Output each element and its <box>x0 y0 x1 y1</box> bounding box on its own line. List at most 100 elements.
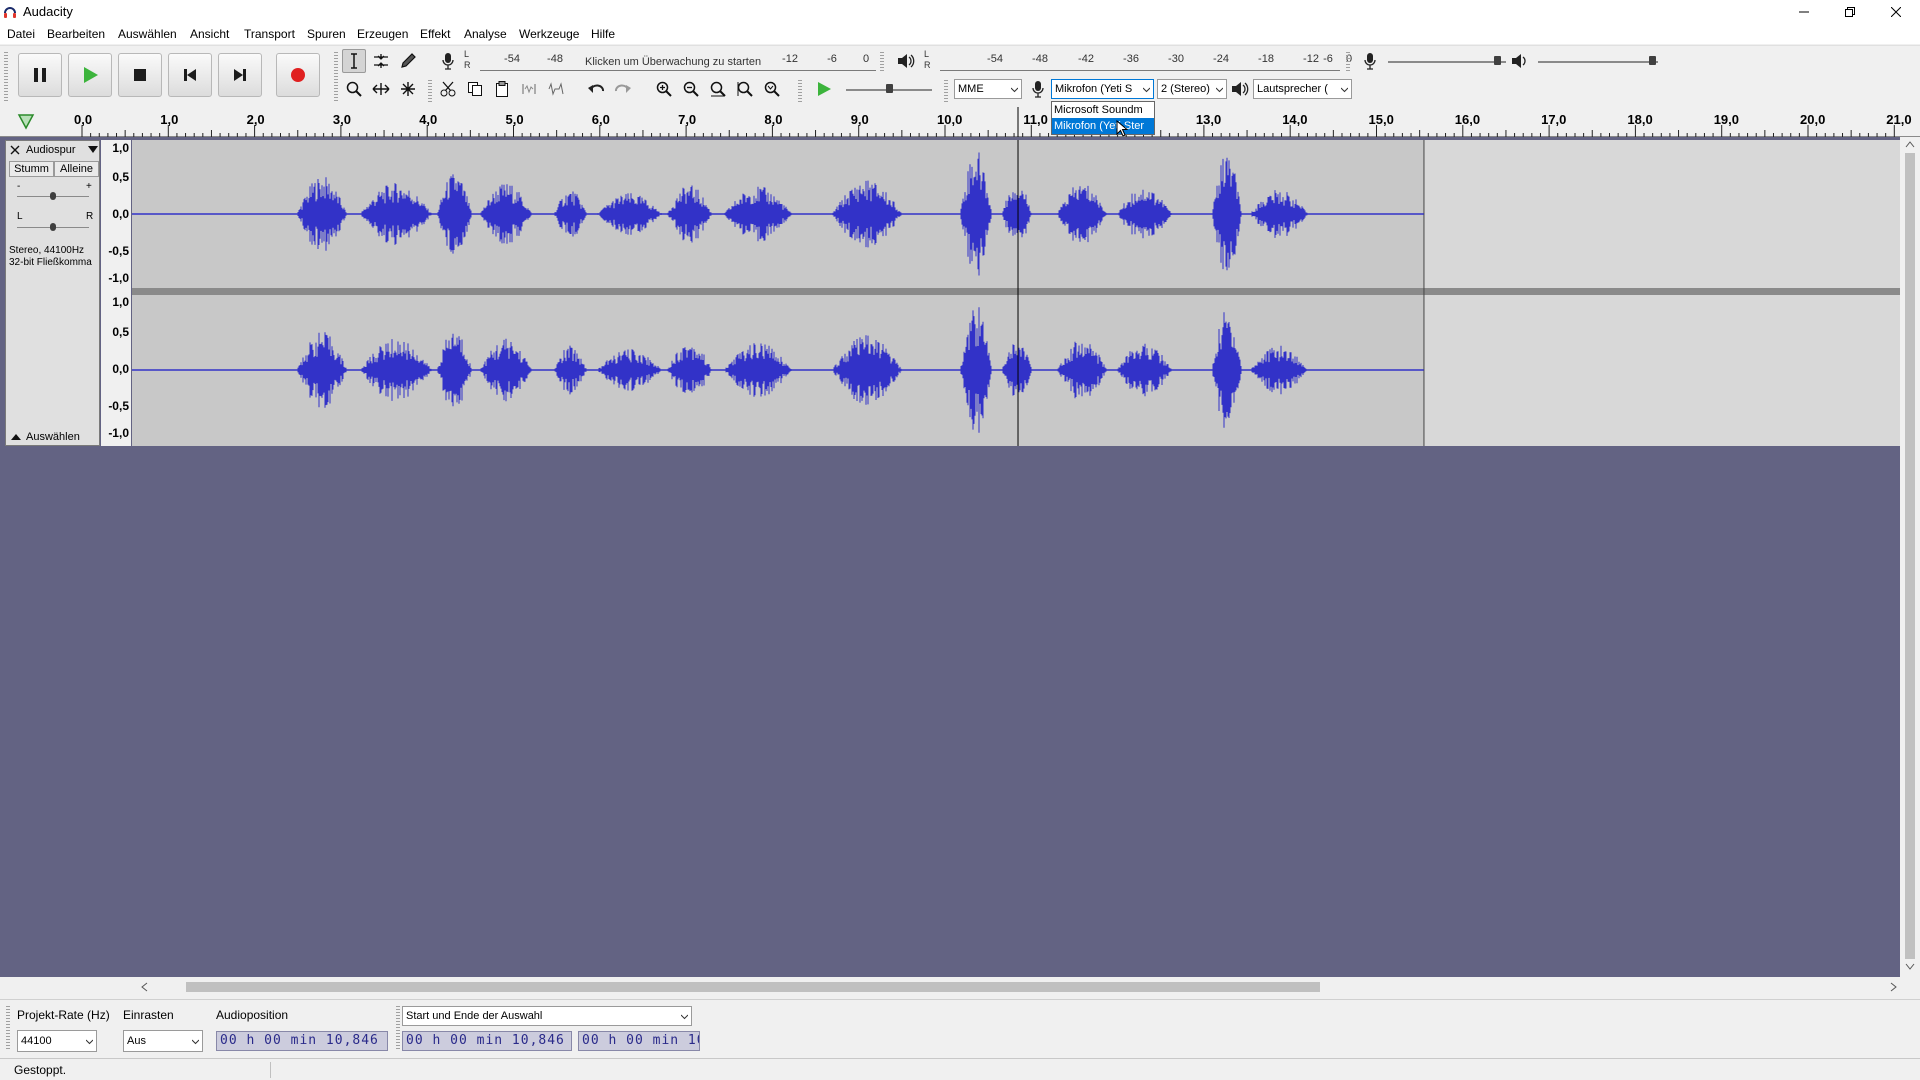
menu-hilfe[interactable]: Hilfe <box>591 27 615 41</box>
mixer-toolbar-grip[interactable] <box>1346 52 1350 72</box>
track-area[interactable]: Audiospur Stumm Alleine - + L R Stereo, … <box>0 137 1900 977</box>
draw-tool-button[interactable] <box>396 49 420 73</box>
record-meter[interactable]: L R -54 -48 -12 -6 0 Klicken um Überwach… <box>464 49 876 71</box>
close-track-button[interactable] <box>9 143 21 157</box>
track-menu-button[interactable]: Audiospur <box>23 142 100 158</box>
play-button[interactable] <box>68 53 112 97</box>
skip-to-start-button[interactable] <box>168 53 212 97</box>
undo-button[interactable] <box>584 77 608 101</box>
selection-mode-select[interactable]: Start und Ende der Auswahl <box>402 1006 692 1026</box>
menu-auswaehlen[interactable]: Auswählen <box>118 27 177 41</box>
waveform[interactable] <box>131 140 1900 446</box>
recording-channels-value: 2 (Stereo) <box>1161 83 1210 95</box>
playback-volume-thumb[interactable] <box>1649 56 1656 65</box>
record-meter-tick: -48 <box>547 53 563 65</box>
play-at-speed-grip[interactable] <box>798 80 802 102</box>
dropdown-option-selected[interactable]: Mikrofon (Yeti Ster <box>1052 118 1154 134</box>
edit-toolbar-grip[interactable] <box>428 80 432 102</box>
time-shift-tool-button[interactable] <box>369 77 393 101</box>
multi-tool-button[interactable] <box>396 77 420 101</box>
skip-to-end-button[interactable] <box>218 53 262 97</box>
playback-device-select[interactable]: Lautsprecher ( <box>1253 79 1352 99</box>
audio-position-value: 00 h 00 min 10,846 sec <box>220 1033 387 1048</box>
record-meter-button[interactable] <box>436 49 460 73</box>
pan-slider-thumb[interactable] <box>50 223 56 231</box>
horizontal-scrollbar[interactable] <box>0 977 1920 997</box>
selection-start-time-control[interactable]: 00 h 00 min 10,846 sec <box>402 1031 572 1051</box>
scroll-down-icon[interactable] <box>1905 963 1915 971</box>
record-volume-slider[interactable] <box>1388 61 1506 63</box>
cut-button[interactable] <box>436 77 460 101</box>
selection-range-grip[interactable] <box>396 1006 400 1050</box>
select-track-button[interactable]: Auswählen <box>7 429 99 445</box>
solo-button[interactable]: Alleine <box>54 161 99 177</box>
mute-button[interactable]: Stumm <box>9 161 54 177</box>
pause-button[interactable] <box>18 53 62 97</box>
transport-toolbar-grip[interactable] <box>4 52 8 102</box>
zoom-in-button[interactable] <box>652 77 676 101</box>
redo-icon <box>615 84 631 93</box>
audio-clip[interactable] <box>131 140 1900 446</box>
menu-erzeugen[interactable]: Erzeugen <box>357 27 408 41</box>
scroll-left-icon[interactable] <box>140 982 148 992</box>
audio-position-time-control[interactable]: 00 h 00 min 10,846 sec <box>216 1031 388 1051</box>
play-at-speed-button[interactable] <box>812 77 836 101</box>
playback-meter[interactable]: L R -54 -48 -42 -36 -30 -24 -18 -12 -6 0 <box>924 49 1352 71</box>
device-toolbar-grip[interactable] <box>944 80 948 102</box>
status-separator <box>270 1062 271 1078</box>
fit-project-button[interactable] <box>733 77 757 101</box>
snap-value: Aus <box>127 1035 146 1047</box>
menu-analyse[interactable]: Analyse <box>464 27 507 41</box>
menu-werkzeuge[interactable]: Werkzeuge <box>519 27 579 41</box>
vertical-scrollbar[interactable] <box>1900 137 1920 977</box>
timeline-ruler[interactable]: 0,0 1,0 2,0 3,0 4,0 5,0 6,0 7,0 8,0 9,0 10,0 11,0 13… <box>0 107 1920 137</box>
zoom-tool-button[interactable] <box>342 77 366 101</box>
status-bar: Gestoppt. <box>0 1058 1920 1080</box>
menu-datei[interactable]: Datei <box>7 27 35 41</box>
restore-button[interactable] <box>1827 0 1873 24</box>
trim-audio-button[interactable] <box>517 77 541 101</box>
redo-button[interactable] <box>611 77 635 101</box>
title-bar: Audacity <box>0 0 1920 24</box>
play-speed-thumb[interactable] <box>886 84 893 93</box>
record-volume-thumb[interactable] <box>1493 56 1501 65</box>
menu-ansicht[interactable]: Ansicht <box>190 27 229 41</box>
minimize-button[interactable] <box>1781 0 1827 24</box>
record-button[interactable] <box>276 53 320 97</box>
gain-slider-thumb[interactable] <box>50 192 56 200</box>
recording-device-select[interactable]: Mikrofon (Yeti S <box>1051 79 1154 99</box>
paste-button[interactable] <box>490 77 514 101</box>
recording-device-dropdown[interactable]: Microsoft Soundm Mikrofon (Yeti Ster <box>1051 101 1155 135</box>
menu-spuren[interactable]: Spuren <box>307 27 346 41</box>
menu-bearbeiten[interactable]: Bearbeiten <box>47 27 105 41</box>
fit-selection-button[interactable] <box>706 77 730 101</box>
horizontal-scroll-thumb[interactable] <box>186 982 1320 992</box>
selection-toolbar-grip[interactable] <box>6 1006 10 1050</box>
copy-button[interactable] <box>463 77 487 101</box>
stop-button[interactable] <box>118 53 162 97</box>
playback-meter-grip[interactable] <box>880 52 884 72</box>
track-name: Audiospur <box>26 144 76 156</box>
zoom-toggle-button[interactable] <box>760 77 784 101</box>
dropdown-option[interactable]: Microsoft Soundm <box>1052 102 1154 118</box>
tools-toolbar-grip[interactable] <box>334 52 338 102</box>
silence-audio-button[interactable] <box>544 77 568 101</box>
recording-channels-select[interactable]: 2 (Stereo) <box>1157 79 1227 99</box>
snap-select[interactable]: Aus <box>123 1030 203 1052</box>
playback-volume-slider[interactable] <box>1538 61 1658 63</box>
project-rate-select[interactable]: 44100 <box>17 1030 97 1052</box>
vertical-scroll-thumb[interactable] <box>1905 153 1915 959</box>
playback-meter-button[interactable] <box>894 49 918 73</box>
menu-effekt[interactable]: Effekt <box>420 27 450 41</box>
envelope-tool-button[interactable] <box>369 49 393 73</box>
menu-transport[interactable]: Transport <box>244 27 295 41</box>
zoom-out-button[interactable] <box>679 77 703 101</box>
selection-end-time-control[interactable]: 00 h 00 min 10,84 <box>578 1031 700 1051</box>
track-control-panel[interactable]: Audiospur Stumm Alleine - + L R Stereo, … <box>5 140 100 446</box>
microphone-icon <box>1364 53 1376 70</box>
audio-host-select[interactable]: MME <box>954 79 1022 99</box>
scroll-right-icon[interactable] <box>1890 982 1898 992</box>
scroll-up-icon[interactable] <box>1905 140 1915 148</box>
close-button[interactable] <box>1873 0 1919 24</box>
selection-tool-button[interactable] <box>342 49 366 73</box>
